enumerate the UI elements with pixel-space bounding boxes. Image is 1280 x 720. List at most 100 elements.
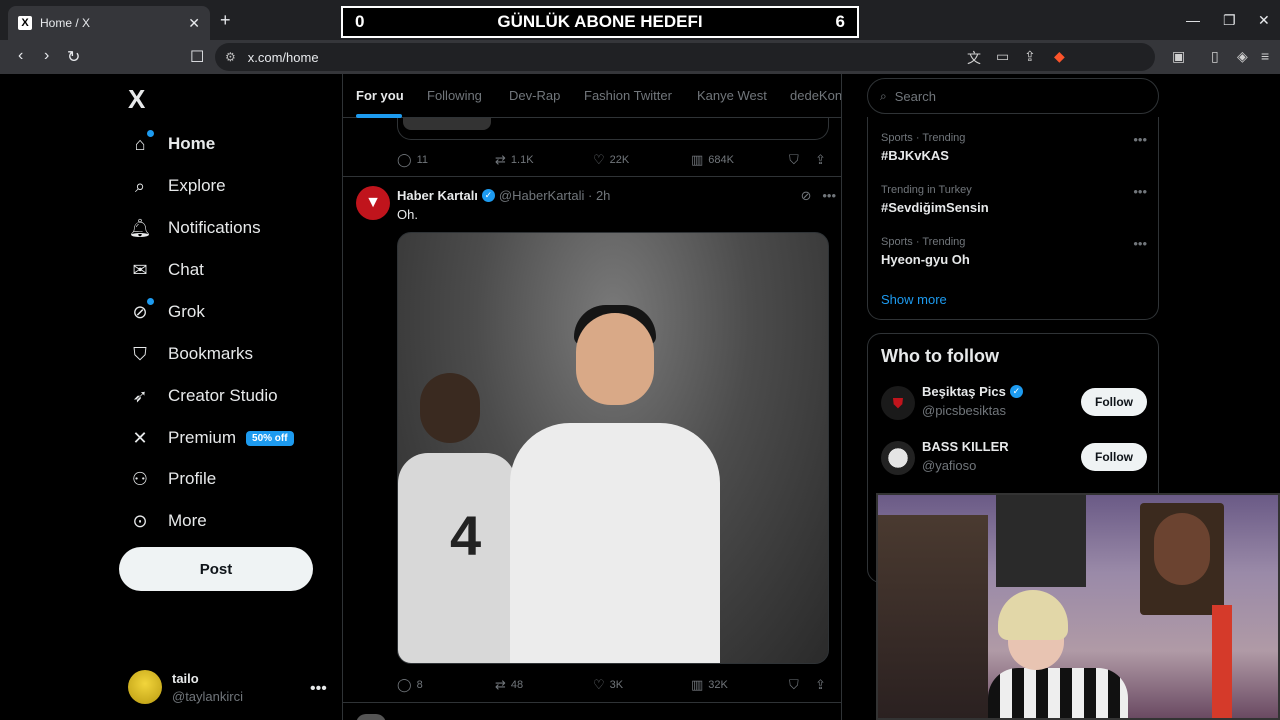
minimize-icon[interactable]: — [1186, 12, 1200, 28]
grok-icon: ⊘ [128, 298, 154, 324]
back-icon[interactable]: ‹ [18, 47, 23, 65]
avatar [128, 670, 162, 704]
follow-button[interactable]: Follow [1081, 443, 1147, 471]
tweet-avatar[interactable]: ▼ [356, 186, 390, 220]
nav-label: Home [168, 134, 216, 153]
address-bar-row: ‹ › ↻ ☐ ⚙ x.com/home 文 ▭ ⇪ ◆ ▣ ▯ ◈ ≡ [0, 40, 1280, 74]
account-more-icon[interactable]: ••• [310, 680, 327, 698]
site-info-icon[interactable]: ⚙ [225, 50, 236, 64]
share-icon[interactable]: ⇪ [1024, 48, 1036, 65]
views-icon: ▥ [691, 152, 704, 167]
bookmark-icon: ⛉ [133, 343, 147, 364]
nav-item-explore[interactable]: ⌕ Explore [128, 174, 226, 198]
rocket-icon: ➶ [132, 385, 148, 406]
show-more-link[interactable]: Show more [881, 292, 947, 307]
translate-icon[interactable]: 文 [967, 48, 981, 68]
reply-icon: ◯ [397, 152, 412, 167]
like-button[interactable]: ♡ 22K [593, 152, 629, 168]
wallet-icon[interactable]: ▣ [1172, 48, 1185, 65]
more-options-icon[interactable]: ••• [1133, 132, 1147, 147]
next-tweet-avatar [356, 714, 386, 720]
nav-label: Notifications [168, 218, 261, 237]
nav-item-chat[interactable]: ✉ Chat [128, 258, 203, 282]
nav-item-creator-studio[interactable]: ➶ Creator Studio [128, 384, 277, 408]
cast-icon[interactable]: ▭ [996, 48, 1009, 65]
url-field[interactable]: ⚙ x.com/home [215, 43, 1155, 71]
vpn-icon[interactable]: ◈ [1237, 48, 1248, 65]
repost-icon: ⇄ [495, 152, 506, 167]
post-button[interactable]: Post [119, 547, 313, 591]
grok-explain-icon[interactable]: ⊘ [801, 188, 812, 203]
nav-item-premium[interactable]: ✕ Premium 50% off [128, 426, 294, 450]
more-options-icon[interactable]: ••• [1133, 184, 1147, 199]
tab-kanye-west[interactable]: Kanye West [697, 88, 767, 103]
forward-icon[interactable]: › [44, 47, 49, 65]
bookmark-page-icon[interactable]: ☐ [190, 47, 204, 67]
close-tab-icon[interactable]: ✕ [188, 15, 200, 32]
tab-dedekon[interactable]: dedeKon [790, 88, 841, 103]
brave-shield-icon[interactable]: ◆ [1054, 48, 1065, 65]
trend-item[interactable]: Sports · Trending #BJKvKAS ••• [881, 132, 1147, 163]
more-options-icon[interactable]: ••• [822, 188, 836, 203]
avatar [881, 441, 915, 475]
more-options-icon[interactable]: ••• [1133, 236, 1147, 251]
nav-item-bookmarks[interactable]: ⛉ Bookmarks [128, 342, 253, 366]
tweet-time: 2h [595, 188, 611, 203]
nav-item-home[interactable]: ⌂ Home [128, 130, 216, 156]
bookmark-button[interactable]: ⛉ [789, 152, 804, 168]
tab-dev-rap[interactable]: Dev-Rap [509, 88, 560, 103]
views-button[interactable]: ▥ 32K [691, 677, 728, 693]
streamer-shirt [988, 668, 1128, 718]
share-button[interactable]: ⇪ [815, 677, 831, 693]
photo-background-player-head [420, 373, 480, 443]
search-field[interactable]: ⌕ Search [867, 78, 1159, 114]
reply-icon: ◯ [397, 677, 412, 692]
reply-button[interactable]: ◯ 8 [397, 677, 423, 693]
tab-following[interactable]: Following [427, 88, 482, 103]
nav-item-grok[interactable]: ⊘ Grok [128, 298, 205, 324]
tweet-author[interactable]: Haber Kartalı ✓ @HaberKartali · 2h [397, 188, 610, 203]
bookmark-button[interactable]: ⛉ [789, 677, 804, 693]
follow-suggestion[interactable]: ⛊ Beşiktaş Pics ✓ @picsbesiktas Follow [881, 382, 1147, 422]
like-button[interactable]: ♡ 3K [593, 677, 623, 693]
sidebar-icon[interactable]: ▯ [1211, 48, 1219, 65]
nav-label: Premium [168, 428, 237, 447]
views-button[interactable]: ▥ 684K [691, 152, 734, 168]
webcam-streamer [988, 590, 1128, 718]
reload-icon[interactable]: ↻ [67, 47, 80, 67]
next-tweet-partial[interactable] [356, 714, 836, 720]
account-switcher[interactable]: tailo @taylankirci [128, 670, 243, 704]
nav-item-notifications[interactable]: 🔔︎ Notifications [128, 216, 261, 240]
follow-button[interactable]: Follow [1081, 388, 1147, 416]
like-count: 3K [609, 679, 624, 691]
streamer-hair [998, 590, 1068, 640]
repost-button[interactable]: ⇄ 1.1K [495, 152, 534, 168]
new-tab-icon[interactable]: + [220, 10, 231, 31]
url-text: x.com/home [247, 49, 319, 65]
suggestion-name: Beşiktaş Pics [922, 384, 1006, 399]
author-handle: @HaberKartali [498, 188, 585, 203]
close-window-icon[interactable]: ✕ [1258, 12, 1270, 29]
goal-current-value: 0 [355, 12, 365, 31]
tweet-divider [343, 702, 841, 703]
x-logo-icon[interactable]: X [128, 84, 145, 115]
tab-title: Home / X [40, 16, 91, 30]
nav-item-profile[interactable]: ⚇ Profile [128, 467, 216, 491]
menu-icon[interactable]: ≡ [1261, 48, 1269, 64]
nav-item-more[interactable]: ⊙ More [128, 509, 206, 533]
trend-item[interactable]: Sports · Trending Hyeon-gyu Oh ••• [881, 236, 1147, 267]
tab-for-you[interactable]: For you [356, 88, 404, 103]
maximize-icon[interactable]: ❐ [1223, 12, 1236, 29]
suggestion-handle: @picsbesiktas [922, 403, 1007, 418]
trend-item[interactable]: Trending in Turkey #SevdiğimSensin ••• [881, 184, 1147, 215]
tab-fashion-twitter[interactable]: Fashion Twitter [584, 88, 672, 103]
follow-suggestion[interactable]: BASS KILLER @yafioso Follow [881, 437, 1147, 477]
repost-button[interactable]: ⇄ 48 [495, 677, 523, 693]
reply-button[interactable]: ◯ 11 [397, 152, 428, 168]
browser-tab[interactable]: X Home / X ✕ [8, 6, 210, 40]
photo-player-body [510, 423, 720, 663]
share-button[interactable]: ⇪ [815, 152, 831, 168]
tweet-photo[interactable]: 4 [397, 232, 829, 664]
tweet-options: ⊘ ••• [801, 188, 836, 204]
bookmark-icon: ⛉ [789, 152, 799, 167]
